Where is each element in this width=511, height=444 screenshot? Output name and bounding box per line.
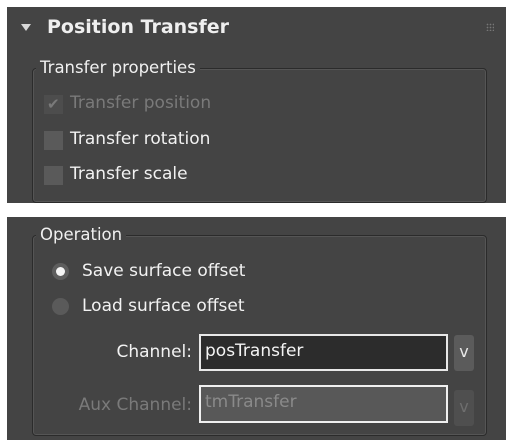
load-surface-offset-label: Load surface offset	[82, 296, 245, 316]
channel-dropdown-button[interactable]: v	[454, 335, 474, 371]
transfer-scale-checkbox[interactable]	[44, 166, 63, 185]
transfer-position-label: Transfer position	[70, 93, 212, 113]
aux-channel-dropdown-button[interactable]: v	[454, 390, 474, 426]
radio-selected-dot-icon	[56, 267, 65, 276]
position-transfer-rollout: Position Transfer Transfer properties ✔ …	[7, 7, 506, 203]
aux-channel-label: Aux Channel:	[78, 395, 192, 415]
transfer-scale-label: Transfer scale	[70, 164, 188, 184]
aux-channel-field[interactable]: tmTransfer	[199, 385, 448, 423]
rollout-title: Position Transfer	[47, 16, 230, 38]
checkmark-icon: ✔	[47, 95, 60, 113]
operation-panel: Operation Save surface offset Load surfa…	[7, 217, 506, 440]
grip-icon[interactable]	[486, 23, 494, 31]
save-surface-offset-label: Save surface offset	[82, 261, 246, 281]
channel-label: Channel:	[116, 342, 192, 362]
transfer-properties-legend: Transfer properties	[36, 58, 200, 78]
rollout-header[interactable]: Position Transfer	[7, 7, 506, 53]
operation-legend: Operation	[36, 225, 127, 245]
collapse-arrow-icon[interactable]	[21, 24, 31, 31]
save-surface-offset-radio[interactable]	[52, 263, 69, 280]
load-surface-offset-radio[interactable]	[52, 298, 69, 315]
channel-field[interactable]: posTransfer	[199, 334, 448, 371]
transfer-position-checkbox[interactable]: ✔	[44, 95, 63, 114]
transfer-rotation-checkbox[interactable]	[44, 131, 63, 150]
transfer-rotation-label: Transfer rotation	[70, 129, 211, 149]
